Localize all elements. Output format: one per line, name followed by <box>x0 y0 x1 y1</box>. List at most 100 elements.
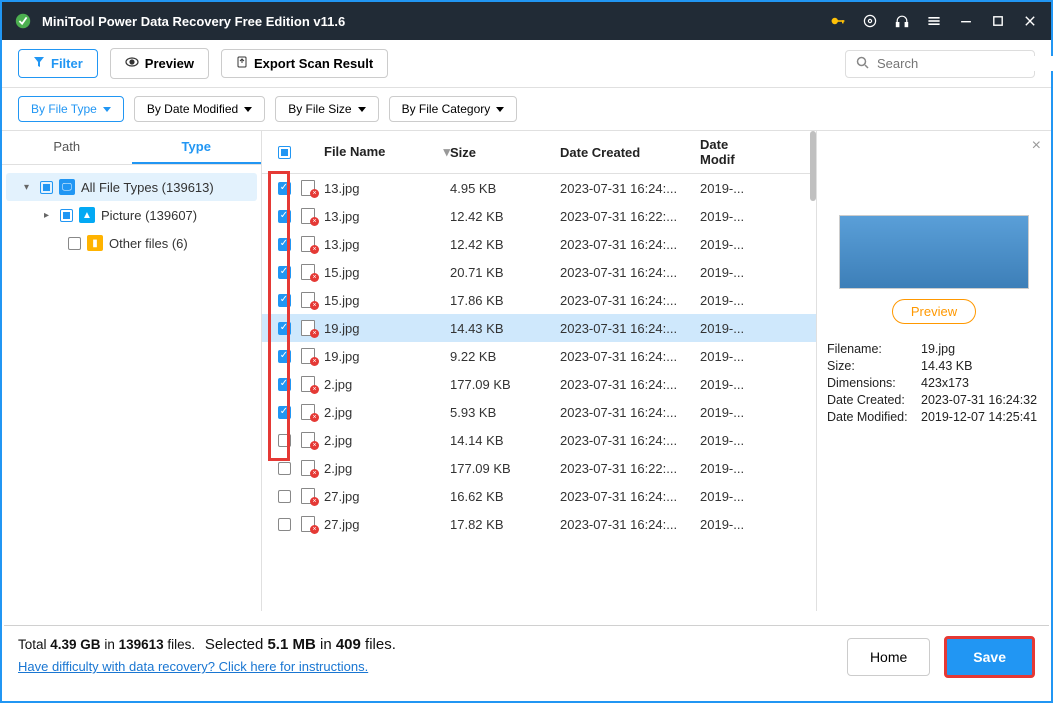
funnel-icon <box>33 56 45 71</box>
file-name: 2.jpg <box>320 461 450 476</box>
title-bar: MiniTool Power Data Recovery Free Editio… <box>2 2 1051 40</box>
checkbox[interactable] <box>278 266 291 279</box>
file-icon: × <box>301 348 317 364</box>
minimize-icon[interactable] <box>957 12 975 30</box>
checkbox[interactable] <box>278 322 291 335</box>
checkbox[interactable] <box>278 238 291 251</box>
file-icon: × <box>301 292 317 308</box>
search-input[interactable] <box>877 56 1053 71</box>
save-button[interactable]: Save <box>944 636 1035 678</box>
file-icon: × <box>301 488 317 504</box>
export-icon <box>236 56 248 71</box>
picture-icon: ▲ <box>79 207 95 223</box>
col-created[interactable]: Date Created <box>560 145 700 160</box>
key-icon[interactable] <box>829 12 847 30</box>
file-row[interactable]: ×27.jpg16.62 KB2023-07-31 16:24:...2019-… <box>262 482 816 510</box>
file-row[interactable]: ×13.jpg4.95 KB2023-07-31 16:24:...2019-.… <box>262 174 816 202</box>
file-name: 15.jpg <box>320 265 450 280</box>
file-row[interactable]: ×2.jpg5.93 KB2023-07-31 16:24:...2019-..… <box>262 398 816 426</box>
checkbox[interactable] <box>278 182 291 195</box>
file-modified: 2019-... <box>700 461 760 476</box>
file-name: 2.jpg <box>320 377 450 392</box>
tree-other-files[interactable]: ▮ Other files (6) <box>6 229 257 257</box>
file-created: 2023-07-31 16:24:... <box>560 405 700 420</box>
checkbox[interactable] <box>278 434 291 447</box>
file-size: 20.71 KB <box>450 265 560 280</box>
file-size: 17.86 KB <box>450 293 560 308</box>
headphones-icon[interactable] <box>893 12 911 30</box>
tab-path[interactable]: Path <box>2 131 132 164</box>
tree-all-file-types[interactable]: ▾ 🖵 All File Types (139613) <box>6 173 257 201</box>
help-link[interactable]: Have difficulty with data recovery? Clic… <box>18 659 396 674</box>
filter-by-file-size[interactable]: By File Size <box>275 96 378 122</box>
disc-icon[interactable] <box>861 12 879 30</box>
search-box[interactable] <box>845 50 1035 78</box>
filter-by-file-category[interactable]: By File Category <box>389 96 518 122</box>
menu-icon[interactable] <box>925 12 943 30</box>
sidebar-tabs: Path Type <box>2 131 261 165</box>
file-row[interactable]: ×2.jpg177.09 KB2023-07-31 16:22:...2019-… <box>262 454 816 482</box>
file-size: 14.14 KB <box>450 433 560 448</box>
file-size: 177.09 KB <box>450 461 560 476</box>
checkbox[interactable] <box>278 462 291 475</box>
filter-by-date-modified[interactable]: By Date Modified <box>134 96 265 122</box>
file-created: 2023-07-31 16:24:... <box>560 433 700 448</box>
file-name: 27.jpg <box>320 489 450 504</box>
file-row[interactable]: ×27.jpg17.82 KB2023-07-31 16:24:...2019-… <box>262 510 816 538</box>
file-modified: 2019-... <box>700 489 760 504</box>
file-row[interactable]: ×13.jpg12.42 KB2023-07-31 16:24:...2019-… <box>262 230 816 258</box>
file-size: 177.09 KB <box>450 377 560 392</box>
file-created: 2023-07-31 16:24:... <box>560 377 700 392</box>
checkbox[interactable] <box>40 181 53 194</box>
checkbox[interactable] <box>278 490 291 503</box>
maximize-icon[interactable] <box>989 12 1007 30</box>
file-row[interactable]: ×13.jpg12.42 KB2023-07-31 16:22:...2019-… <box>262 202 816 230</box>
col-modified[interactable]: Date Modif <box>700 137 760 167</box>
file-modified: 2019-... <box>700 377 760 392</box>
file-created: 2023-07-31 16:24:... <box>560 237 700 252</box>
file-icon: × <box>301 264 317 280</box>
tab-type[interactable]: Type <box>132 131 262 164</box>
file-size: 9.22 KB <box>450 349 560 364</box>
file-size: 16.62 KB <box>450 489 560 504</box>
checkbox[interactable] <box>278 210 291 223</box>
file-created: 2023-07-31 16:24:... <box>560 265 700 280</box>
app-logo-icon <box>14 12 32 30</box>
home-button[interactable]: Home <box>847 638 930 676</box>
file-type-tree: ▾ 🖵 All File Types (139613) ▸ ▲ Picture … <box>2 165 261 265</box>
file-icon: × <box>301 180 317 196</box>
file-modified: 2019-... <box>700 181 760 196</box>
select-all-checkbox[interactable] <box>278 146 291 159</box>
file-created: 2023-07-31 16:24:... <box>560 517 700 532</box>
col-size[interactable]: Size <box>450 145 560 160</box>
filter-by-file-type[interactable]: By File Type <box>18 96 124 122</box>
close-icon[interactable]: × <box>1032 137 1041 155</box>
file-row[interactable]: ×19.jpg14.43 KB2023-07-31 16:24:...2019-… <box>262 314 816 342</box>
search-icon <box>856 56 869 72</box>
file-rows[interactable]: ×13.jpg4.95 KB2023-07-31 16:24:...2019-.… <box>262 174 816 611</box>
checkbox[interactable] <box>278 406 291 419</box>
checkbox[interactable] <box>68 237 81 250</box>
filter-button[interactable]: Filter <box>18 49 98 78</box>
checkbox[interactable] <box>278 378 291 391</box>
file-size: 5.93 KB <box>450 405 560 420</box>
file-row[interactable]: ×15.jpg20.71 KB2023-07-31 16:24:...2019-… <box>262 258 816 286</box>
file-created: 2023-07-31 16:24:... <box>560 321 700 336</box>
tree-picture[interactable]: ▸ ▲ Picture (139607) <box>6 201 257 229</box>
preview-button[interactable]: Preview <box>110 48 209 79</box>
preview-open-button[interactable]: Preview <box>892 299 976 324</box>
checkbox[interactable] <box>278 294 291 307</box>
close-icon[interactable] <box>1021 12 1039 30</box>
checkbox[interactable] <box>278 518 291 531</box>
file-row[interactable]: ×2.jpg177.09 KB2023-07-31 16:24:...2019-… <box>262 370 816 398</box>
file-row[interactable]: ×15.jpg17.86 KB2023-07-31 16:24:...2019-… <box>262 286 816 314</box>
file-modified: 2019-... <box>700 237 760 252</box>
export-button[interactable]: Export Scan Result <box>221 49 388 78</box>
checkbox[interactable] <box>60 209 73 222</box>
file-row[interactable]: ×2.jpg14.14 KB2023-07-31 16:24:...2019-.… <box>262 426 816 454</box>
col-name[interactable]: File Name ▾ <box>320 144 450 160</box>
checkbox[interactable] <box>278 350 291 363</box>
file-row[interactable]: ×19.jpg9.22 KB2023-07-31 16:24:...2019-.… <box>262 342 816 370</box>
file-modified: 2019-... <box>700 293 760 308</box>
file-name: 19.jpg <box>320 349 450 364</box>
